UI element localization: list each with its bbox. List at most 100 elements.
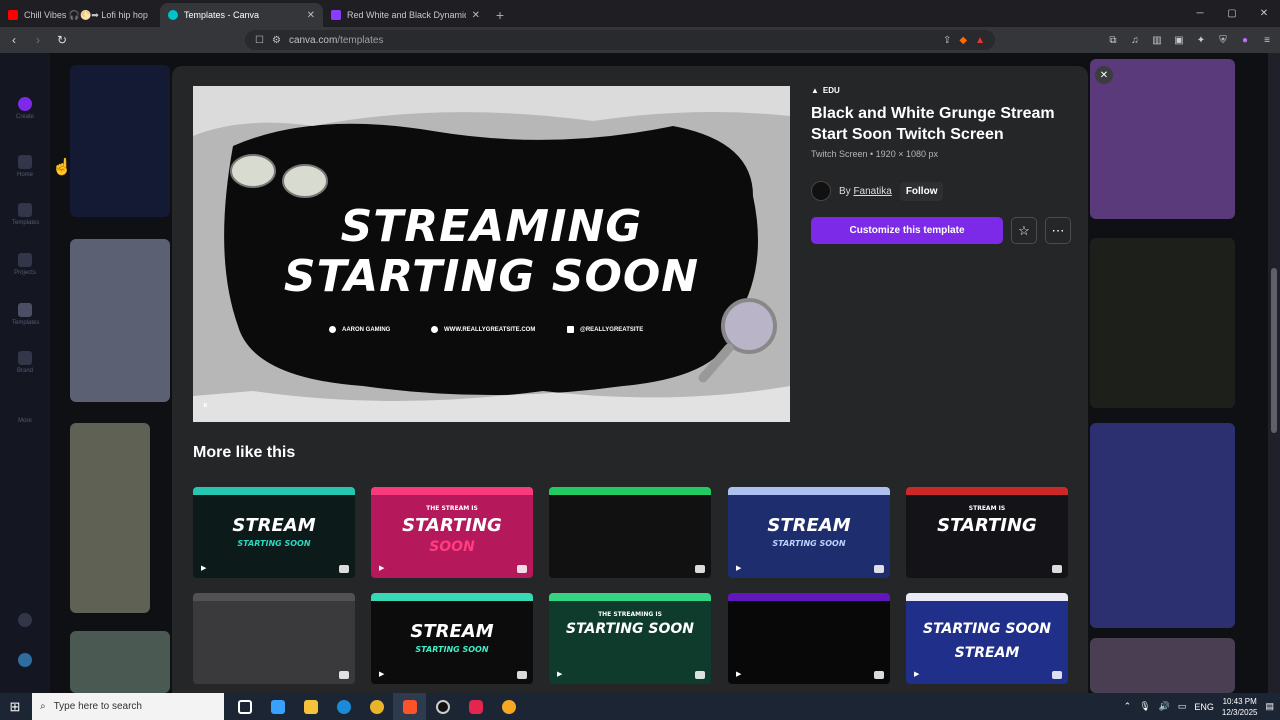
author-avatar[interactable] — [811, 181, 831, 201]
rail-create[interactable]: Create — [12, 97, 38, 120]
similar-template-card[interactable] — [549, 487, 711, 578]
screenshot-icon[interactable]: ⧉ — [1106, 30, 1120, 50]
close-tab-icon[interactable]: ✕ — [307, 10, 315, 21]
play-icon[interactable]: ▶ — [379, 670, 384, 678]
similar-template-card[interactable]: STREAM IS STARTING — [906, 487, 1068, 578]
mouse-pointer-icon: ☝ — [52, 159, 72, 176]
menu-icon[interactable]: ≡ — [1260, 30, 1274, 50]
play-icon[interactable]: ▶ — [914, 670, 919, 678]
edge-icon[interactable] — [327, 693, 360, 720]
star-icon[interactable]: ☆ — [1011, 217, 1037, 244]
edu-cap-icon — [1052, 565, 1062, 573]
similar-template-card[interactable] — [193, 593, 355, 684]
author-link[interactable]: Fanatika — [853, 186, 891, 197]
maximize-button[interactable]: ▢ — [1216, 0, 1248, 27]
rail-brand[interactable]: Brand — [12, 351, 38, 374]
customize-template-button[interactable]: Customize this template — [811, 217, 1003, 244]
similar-template-card[interactable]: THE STREAMING IS STARTING SOON ▶ — [549, 593, 711, 684]
taskbar-search[interactable]: ⌕ Type here to search — [32, 693, 224, 720]
profile-icon[interactable]: ● — [1238, 30, 1252, 50]
url-path: /templates — [337, 34, 384, 46]
language-indicator[interactable]: ENG — [1194, 702, 1214, 712]
forward-icon[interactable]: › — [28, 30, 48, 50]
rail-home[interactable]: Home — [12, 155, 38, 178]
bookmark-icon[interactable]: ☐ — [255, 35, 264, 46]
file-explorer-icon[interactable] — [294, 693, 327, 720]
sidebar-icon[interactable]: ▥ — [1150, 30, 1164, 50]
template-title: Black and White Grunge Stream Start Soon… — [811, 105, 1055, 143]
network-icon[interactable]: ▭ — [1178, 701, 1187, 712]
preview-info-3: @REALLYGREATSITE — [567, 326, 643, 333]
chrome-canary-icon[interactable] — [492, 693, 525, 720]
vpn-icon[interactable]: ⛨ — [1216, 30, 1230, 50]
brave-icon[interactable] — [393, 693, 426, 720]
windows-start-icon[interactable]: ⊞ — [0, 693, 30, 720]
clock-time: 10:43 PM — [1222, 696, 1257, 706]
address-bar[interactable]: ☐ ⚙ canva.com/templates ⇪ ◆ ▲ — [245, 30, 995, 50]
accent-stripe — [193, 593, 355, 601]
minimize-button[interactable]: ─ — [1184, 0, 1216, 27]
store-icon[interactable] — [261, 693, 294, 720]
follow-button[interactable]: Follow — [899, 181, 944, 201]
obs-icon[interactable] — [426, 693, 459, 720]
bg-card — [1090, 638, 1235, 693]
bg-card — [70, 423, 150, 613]
similar-template-card[interactable]: STREAM STARTING SOON ▶ — [728, 487, 890, 578]
volume-icon[interactable]: 🔊 — [1159, 701, 1170, 712]
similar-template-card[interactable]: STREAM STARTING SOON ▶ — [371, 593, 533, 684]
rail-projects[interactable]: Projects — [12, 253, 38, 276]
bg-card — [70, 239, 170, 402]
wallet-icon[interactable]: ▣ — [1172, 30, 1186, 50]
task-view-icon[interactable] — [228, 693, 261, 720]
taskbar-apps — [228, 693, 525, 720]
rail-more[interactable]: More — [12, 401, 38, 424]
rail-templates-2[interactable]: Templates — [12, 303, 39, 326]
thumb-small-text: THE STREAM IS — [426, 505, 478, 512]
play-icon[interactable]: ▶ — [736, 564, 741, 572]
chevron-up-icon[interactable]: ⌃ — [1124, 701, 1132, 712]
share-icon[interactable]: ⇪ — [943, 35, 951, 46]
notifications-icon[interactable]: ▤ — [1265, 701, 1274, 712]
site-info-icon[interactable]: ⚙ — [272, 35, 281, 46]
template-preview[interactable]: STREAMING STARTING SOON AARON GAMING WWW… — [193, 86, 790, 422]
close-tab-icon[interactable]: ✕ — [472, 10, 480, 21]
similar-template-card[interactable]: THE STREAM IS STARTING SOON ▶ — [371, 487, 533, 578]
similar-template-card[interactable]: STREAM STARTING SOON ▶ — [193, 487, 355, 578]
play-icon[interactable]: ▶ — [201, 564, 206, 572]
edu-cap-icon — [517, 565, 527, 573]
rail-notifications[interactable] — [12, 613, 38, 630]
play-icon[interactable]: ▶ — [736, 670, 741, 678]
scrollbar-thumb[interactable] — [1271, 268, 1277, 433]
page-scrollbar[interactable] — [1268, 53, 1280, 693]
new-tab-button[interactable]: + — [488, 3, 512, 27]
youtube-icon — [8, 10, 18, 20]
brave-rewards-icon[interactable]: ▲ — [975, 35, 985, 46]
chrome-icon[interactable] — [360, 693, 393, 720]
tab-chill-vibes[interactable]: Chill Vibes 🎧🌕➡ Lofi hip hop — [0, 3, 160, 27]
rail-templates[interactable]: Templates — [12, 203, 39, 226]
accent-stripe — [193, 487, 355, 495]
app-icon[interactable] — [459, 693, 492, 720]
music-icon[interactable]: ♫ — [1128, 30, 1142, 50]
play-icon[interactable]: ▶ — [557, 670, 562, 678]
brave-shield-icon[interactable]: ◆ — [959, 35, 967, 46]
leo-icon[interactable]: ✦ — [1194, 30, 1208, 50]
more-options-icon[interactable]: ⋯ — [1045, 217, 1071, 244]
close-window-button[interactable]: ✕ — [1248, 0, 1280, 27]
edu-cap-icon — [339, 565, 349, 573]
rail-avatar[interactable] — [12, 653, 38, 670]
back-icon[interactable]: ‹ — [4, 30, 24, 50]
tab-red-white-black[interactable]: Red White and Black Dynamic Live St ✕ — [323, 3, 488, 27]
close-modal-icon[interactable]: ✕ — [1095, 66, 1113, 84]
reload-icon[interactable]: ↻ — [52, 30, 72, 50]
microphone-icon[interactable]: 🎙 — [1139, 701, 1150, 712]
similar-template-card[interactable]: STARTING SOON STREAM ▶ — [906, 593, 1068, 684]
accent-stripe — [549, 487, 711, 495]
pause-icon[interactable]: ⏸ — [203, 400, 208, 411]
play-circle-icon — [329, 326, 336, 333]
clock[interactable]: 10:43 PM 12/3/2025 — [1222, 696, 1258, 718]
play-icon[interactable]: ▶ — [379, 564, 384, 572]
browser-toolbar: ‹ › ↻ ☐ ⚙ canva.com/templates ⇪ ◆ ▲ ⧉ ♫ … — [0, 27, 1280, 53]
similar-template-card[interactable]: ▶ — [728, 593, 890, 684]
tab-templates-canva[interactable]: Templates - Canva ✕ — [160, 3, 323, 27]
